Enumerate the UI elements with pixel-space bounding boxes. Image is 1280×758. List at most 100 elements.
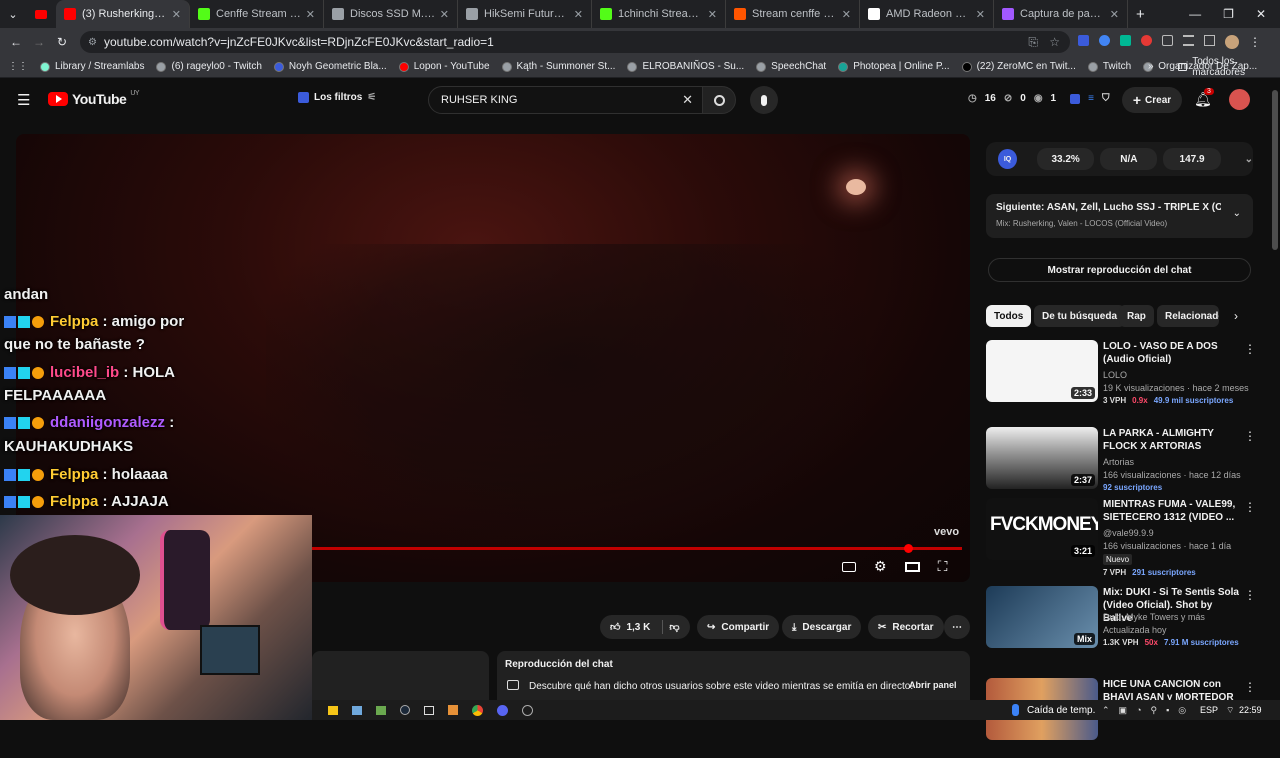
close-tab-icon[interactable]: ✕ xyxy=(842,8,851,21)
bookmark-item[interactable]: Kąth - Summoner St... xyxy=(501,61,615,72)
tray-icon[interactable]: ▣ xyxy=(1119,705,1128,716)
new-tab-button[interactable]: + xyxy=(1136,6,1145,23)
bookmark-item[interactable]: Twitch xyxy=(1087,61,1131,72)
iq-ext-icon[interactable] xyxy=(1070,93,1081,104)
channel-name[interactable]: @vale99.9.9 xyxy=(1103,528,1154,538)
app-icon[interactable] xyxy=(522,704,533,716)
tray-icon[interactable]: ▪ xyxy=(1166,705,1169,715)
browser-tab[interactable]: Stream cenffe music | Lis ✕ xyxy=(726,0,860,28)
bookmark-item[interactable]: ELROBANIÑOS - Su... xyxy=(627,61,744,72)
pinned-tab-youtube[interactable] xyxy=(26,0,56,28)
list-icon[interactable]: ≡ xyxy=(1088,93,1094,104)
show-chat-replay-button[interactable]: Mostrar reproducción del chat xyxy=(988,258,1251,282)
url-field[interactable]: ⚙ youtube.com/watch?v=jnZcFE0JKvc&list=R… xyxy=(80,31,1070,53)
app-icon[interactable] xyxy=(448,705,458,715)
tray-icon[interactable]: ⚲ xyxy=(1151,705,1158,716)
browser-tab[interactable]: Cenffe Stream - Watch Li ✕ xyxy=(190,0,324,28)
more-options-icon[interactable]: ⋮ xyxy=(1244,500,1256,514)
forward-icon[interactable]: → xyxy=(33,35,45,49)
restore-icon[interactable]: ❐ xyxy=(1223,7,1234,21)
close-window-icon[interactable]: ✕ xyxy=(1256,7,1266,21)
network-icon[interactable]: ⌔ xyxy=(1226,705,1234,716)
bookmark-item[interactable]: (6) rageylo0 - Twitch xyxy=(156,61,262,72)
video-title[interactable]: MIENTRAS FUMA - VALE99, SIETECERO 1312 (… xyxy=(1103,498,1243,524)
close-tab-icon[interactable]: ✕ xyxy=(440,8,449,21)
tray-chevron-icon[interactable]: ⌃ xyxy=(1102,705,1110,716)
youtube-logo[interactable]: YouTube UY xyxy=(48,90,140,107)
scrollbar-thumb[interactable] xyxy=(1272,90,1278,250)
theater-mode-icon[interactable] xyxy=(904,561,920,572)
extension-icon[interactable] xyxy=(1141,35,1152,46)
discord-icon[interactable] xyxy=(497,704,508,716)
site-info-icon[interactable]: ⚙ xyxy=(88,37,97,48)
clock-time[interactable]: 22:59 xyxy=(1239,705,1262,715)
video-thumbnail[interactable]: 2:33 xyxy=(986,340,1098,402)
menu-icon[interactable]: ⋮ xyxy=(1249,35,1261,49)
video-thumbnail[interactable]: FVCKMONEY 3:21 xyxy=(986,498,1098,560)
close-tab-icon[interactable]: ✕ xyxy=(1110,8,1119,21)
chip-all[interactable]: Todos xyxy=(986,305,1032,327)
close-tab-icon[interactable]: ✕ xyxy=(306,8,315,21)
settings-gear-icon[interactable]: ⚙ xyxy=(874,558,887,575)
tray-icon[interactable]: ◎ xyxy=(1178,705,1186,716)
chip-from-search[interactable]: De tu búsqueda xyxy=(1034,305,1126,327)
recommended-video[interactable]: 2:37 LA PARKA - ALMIGHTY FLOCK X ARTORIAS… xyxy=(986,427,1266,507)
progress-scrubber[interactable] xyxy=(904,544,913,553)
steam-icon[interactable] xyxy=(400,705,410,715)
video-thumbnail[interactable]: Mix xyxy=(986,586,1098,648)
browser-tab[interactable]: Captura de pantalla por ✕ xyxy=(994,0,1128,28)
extension-icon[interactable] xyxy=(1099,35,1110,46)
more-options-icon[interactable]: ⋮ xyxy=(1244,588,1256,602)
puzzle-icon[interactable] xyxy=(1162,35,1173,46)
back-icon[interactable]: ← xyxy=(10,35,22,49)
apps-icon[interactable]: ⋮⋮ xyxy=(8,61,28,72)
weather-text[interactable]: Caída de temp. xyxy=(1027,705,1095,716)
channel-name[interactable]: Artorias xyxy=(1103,457,1134,467)
close-tab-icon[interactable]: ✕ xyxy=(172,8,181,21)
more-actions-button[interactable]: ⋯ xyxy=(944,615,970,639)
clear-search-icon[interactable]: ✕ xyxy=(682,92,693,108)
extension-icon[interactable] xyxy=(1078,35,1089,46)
hamburger-menu-icon[interactable]: ☰ xyxy=(17,91,30,109)
chrome-icon[interactable] xyxy=(472,704,483,716)
notifications-button[interactable]: 🔔︎ 3 xyxy=(1194,88,1214,109)
close-tab-icon[interactable]: ✕ xyxy=(976,8,985,21)
all-bookmarks[interactable]: Todos los marcadores xyxy=(1178,56,1280,78)
recommended-video[interactable]: FVCKMONEY 3:21 MIENTRAS FUMA - VALE99, SIE… xyxy=(986,498,1266,578)
app-icon[interactable] xyxy=(376,705,386,715)
video-thumbnail[interactable]: 2:37 xyxy=(986,427,1098,489)
extension-icon[interactable] xyxy=(1120,35,1131,46)
recommended-video[interactable]: 2:33 LOLO - VASO DE A DOS (Audio Oficial)… xyxy=(986,340,1266,420)
progress-bar[interactable] xyxy=(312,547,962,550)
sidepanel-icon[interactable] xyxy=(1204,35,1215,46)
share-button[interactable]: ↪ Compartir xyxy=(697,615,780,639)
browser-tab[interactable]: AMD Radeon RX 6700 X ✕ xyxy=(860,0,994,28)
search-input[interactable]: RUHSER KING ✕ xyxy=(428,86,704,114)
open-panel-button[interactable]: Abrir panel xyxy=(909,680,957,690)
bookmark-item[interactable]: Lopon - YouTube xyxy=(398,61,490,72)
bookmark-star-icon[interactable]: ☆ xyxy=(1049,35,1060,49)
clip-button[interactable]: ✂ Recortar xyxy=(868,615,944,639)
more-options-icon[interactable]: ⋮ xyxy=(1244,342,1256,356)
filters-button[interactable]: Los filtros ⚟ xyxy=(298,92,376,103)
more-options-icon[interactable]: ⋮ xyxy=(1244,429,1256,443)
voice-search-button[interactable] xyxy=(750,86,778,114)
reload-icon[interactable]: ↻ xyxy=(57,35,67,49)
bookmark-item[interactable]: Library / Streamlabs xyxy=(40,61,144,72)
tray-icon[interactable]: ◔ xyxy=(1136,705,1141,715)
search-button[interactable] xyxy=(702,86,736,114)
bookmark-item[interactable]: Photopea | Online P... xyxy=(838,61,950,72)
bookmark-item[interactable]: (22) ZeroMC en Twit... xyxy=(961,61,1076,72)
close-tab-icon[interactable]: ✕ xyxy=(708,8,717,21)
browser-tab[interactable]: 1chinchi Stream - W ✕ xyxy=(592,0,726,28)
browser-tab[interactable]: Discos SSD M.2 archivos ✕ xyxy=(324,0,458,28)
video-title[interactable]: LA PARKA - ALMIGHTY FLOCK X ARTORIAS xyxy=(1103,427,1243,453)
recommended-video[interactable]: Mix Mix: DUKI - Si Te Sentis Sola (Video … xyxy=(986,586,1266,666)
browser-tab[interactable]: (3) Rusherking, Valen ✕ xyxy=(56,0,190,28)
like-button[interactable]: 👍︎ 1,3 K 👎︎ xyxy=(600,615,690,639)
weather-icon[interactable] xyxy=(1012,704,1019,716)
thumbs-down-icon[interactable]: 👎︎ xyxy=(669,621,679,633)
chevron-right-icon[interactable]: › xyxy=(1234,309,1238,323)
download-button[interactable]: ⤓ Descargar xyxy=(782,615,862,639)
subtitles-icon[interactable] xyxy=(842,561,856,572)
